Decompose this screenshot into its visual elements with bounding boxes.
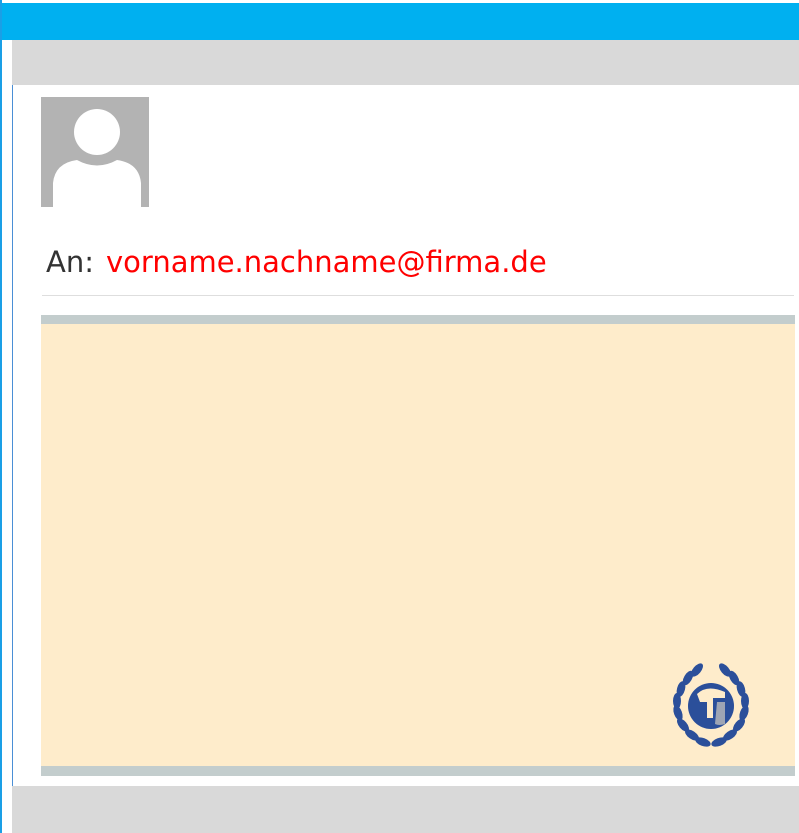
- mail-window: An: vorname.nachname@firma.de: [0, 0, 799, 833]
- avatar: [41, 97, 149, 207]
- left-border: [12, 85, 13, 833]
- recipient-label: An:: [46, 245, 94, 279]
- recipient-address[interactable]: vorname.nachname@firma.de: [106, 245, 547, 279]
- message-body-frame: [41, 315, 795, 776]
- message-body[interactable]: [41, 324, 795, 766]
- recipient-row: An: vorname.nachname@firma.de: [46, 240, 547, 284]
- title-bar: [2, 3, 799, 40]
- header-bar: [12, 40, 799, 85]
- user-silhouette-icon: [53, 109, 141, 207]
- header-divider: [42, 295, 794, 296]
- footer-bar: [12, 786, 799, 833]
- spartan-helmet-laurel-icon: [673, 663, 749, 747]
